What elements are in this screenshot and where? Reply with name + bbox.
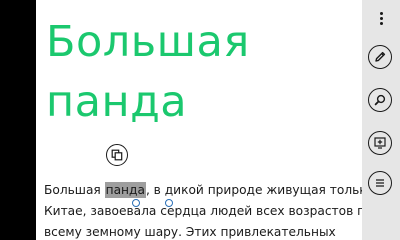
phone-screen: Большая панда Большая панда, в дикой при… — [0, 0, 400, 240]
list-button[interactable] — [368, 171, 392, 195]
body-text-after-selection: , в дикой природе живущая только в — [145, 183, 362, 197]
article-page[interactable]: Большая панда Большая панда, в дикой при… — [36, 0, 362, 240]
article-body[interactable]: Большая панда, в дикой природе живущая т… — [44, 180, 362, 240]
pencil-icon — [373, 50, 387, 64]
selection-end-handle[interactable] — [165, 199, 173, 207]
copy-button[interactable] — [106, 144, 128, 166]
edit-button[interactable] — [368, 45, 392, 69]
body-line-2: Китае, завоевала сердца людей всех возра… — [44, 204, 362, 218]
app-bar — [362, 0, 400, 240]
left-edge — [0, 0, 36, 240]
search-button[interactable] — [368, 88, 392, 112]
list-icon — [373, 176, 387, 190]
body-line-3: всему земному шару. Этих привлекательных — [44, 225, 336, 239]
more-ellipsis-icon[interactable] — [362, 8, 400, 28]
add-to-screen-icon — [373, 136, 387, 150]
selected-text[interactable]: панда — [104, 182, 146, 198]
article-title-line-1: Большая — [46, 17, 250, 67]
selection-start-handle[interactable] — [132, 199, 140, 207]
copy-icon — [111, 149, 123, 161]
body-text-before-selection: Большая — [44, 183, 105, 197]
magnifier-icon — [373, 93, 387, 107]
body-line-1: Большая панда, в дикой природе живущая т… — [44, 180, 362, 201]
add-to-screen-button[interactable] — [368, 131, 392, 155]
article-title-line-2: панда — [46, 77, 188, 127]
